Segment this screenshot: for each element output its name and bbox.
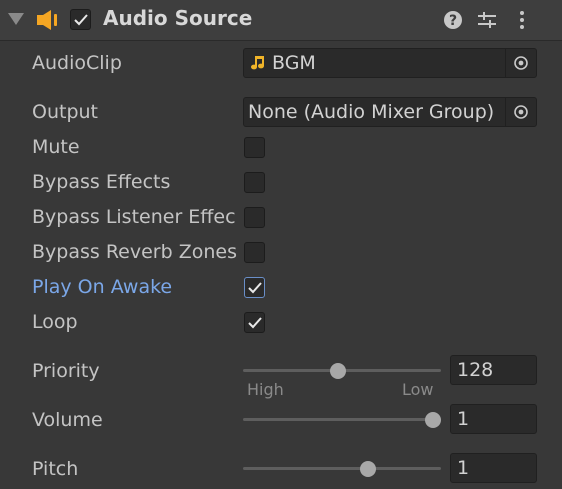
- object-picker-icon: [514, 105, 528, 119]
- priority-value-field[interactable]: 128: [450, 355, 537, 385]
- mute-checkbox[interactable]: [244, 137, 265, 158]
- audioclip-label: AudioClip: [32, 52, 122, 74]
- priority-hint-low: Low: [402, 380, 434, 399]
- presets-icon[interactable]: [476, 9, 498, 31]
- checkmark-icon: [74, 14, 88, 26]
- mute-label: Mute: [32, 136, 80, 158]
- audioclip-value: BGM: [272, 52, 316, 74]
- music-note-icon: [251, 56, 264, 70]
- pitch-slider-handle[interactable]: [360, 461, 377, 477]
- bypass-effects-label: Bypass Effects: [32, 171, 171, 193]
- checkmark-icon: [248, 317, 262, 329]
- pitch-slider-track[interactable]: [243, 467, 441, 470]
- pitch-value-field[interactable]: 1: [450, 453, 537, 483]
- volume-value-field[interactable]: 1: [450, 404, 537, 434]
- component-enabled-toggle[interactable]: [70, 9, 91, 30]
- bypass-reverb-checkbox[interactable]: [244, 242, 265, 263]
- volume-value: 1: [457, 408, 470, 430]
- play-on-awake-checkbox[interactable]: [244, 277, 265, 298]
- priority-value: 128: [457, 359, 494, 381]
- output-label: Output: [32, 101, 98, 123]
- component-title: Audio Source: [103, 6, 253, 30]
- pitch-label: Pitch: [32, 458, 79, 480]
- output-picker[interactable]: [505, 98, 536, 126]
- bypass-reverb-label: Bypass Reverb Zones: [32, 241, 237, 263]
- output-value: None (Audio Mixer Group): [248, 101, 495, 123]
- svg-text:?: ?: [449, 13, 457, 29]
- priority-hint-high: High: [247, 380, 284, 399]
- checkmark-icon: [248, 282, 262, 294]
- loop-label: Loop: [32, 311, 78, 333]
- volume-label: Volume: [32, 409, 103, 431]
- audioclip-picker[interactable]: [505, 49, 536, 77]
- more-menu-icon[interactable]: [511, 9, 533, 31]
- output-field[interactable]: None (Audio Mixer Group): [243, 97, 537, 127]
- bypass-listener-label: Bypass Listener Effec: [32, 206, 236, 228]
- object-picker-icon: [514, 56, 528, 70]
- audioclip-field[interactable]: BGM: [243, 48, 537, 78]
- help-icon[interactable]: ?: [442, 9, 464, 31]
- pitch-value: 1: [457, 457, 470, 479]
- priority-label: Priority: [32, 360, 100, 382]
- play-on-awake-label: Play On Awake: [32, 276, 173, 298]
- priority-slider-handle[interactable]: [330, 363, 346, 379]
- component-header: Audio Source ?: [0, 0, 562, 41]
- loop-checkbox[interactable]: [244, 312, 265, 333]
- bypass-listener-checkbox[interactable]: [244, 207, 265, 228]
- bypass-effects-checkbox[interactable]: [244, 172, 265, 193]
- volume-slider-handle[interactable]: [425, 412, 441, 428]
- foldout-arrow-icon[interactable]: [8, 13, 24, 25]
- volume-slider-track[interactable]: [243, 418, 441, 421]
- speaker-icon: [37, 10, 57, 30]
